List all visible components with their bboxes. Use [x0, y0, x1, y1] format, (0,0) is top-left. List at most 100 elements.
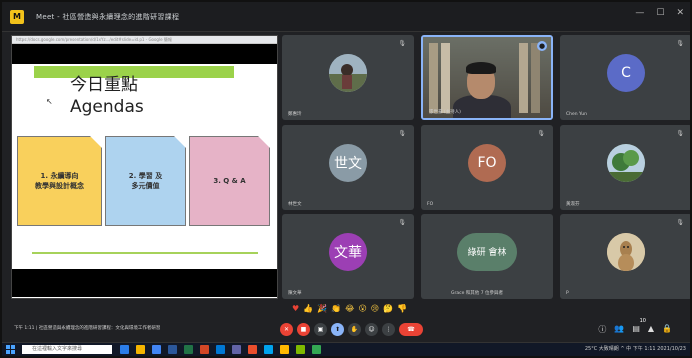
excel-app-icon[interactable]	[184, 345, 193, 354]
maximize-button[interactable]: ☐	[656, 8, 664, 18]
edge-app-icon[interactable]	[120, 345, 129, 354]
participant-video	[423, 37, 551, 118]
slide-title-line1: 今日重點	[70, 75, 138, 95]
title-bar: M Meet - 社區營造與永續理念的進階研習課程 — ☐ ✕	[2, 2, 690, 32]
participant-name: FO	[427, 202, 434, 207]
laugh-reaction-icon[interactable]: 😂	[345, 304, 354, 313]
app-icon[interactable]	[280, 345, 289, 354]
participant-initial-avatar: 世文	[329, 143, 367, 182]
participant-name: 鄭惠玲	[288, 112, 302, 117]
participant-photo-avatar	[607, 143, 645, 182]
app-icon[interactable]	[248, 345, 257, 354]
close-button[interactable]: ✕	[676, 8, 684, 18]
call-controls: ✕ ■ ▣ ⬆ ✋ ☺ ⋮ ☎	[280, 323, 423, 336]
taskbar-search-input[interactable]: 在這裡輸入文字來搜尋	[22, 345, 112, 354]
bookshelf	[441, 43, 450, 113]
chat-icon[interactable]: ▤	[632, 324, 640, 335]
folded-corner	[90, 136, 102, 148]
party-reaction-icon[interactable]: 🎉	[317, 304, 327, 313]
clap-reaction-icon[interactable]: 👏	[331, 304, 341, 313]
agenda-card-3: 3. Q & A	[189, 136, 270, 226]
participant-tile[interactable]: C 🎙 Chen Yun	[560, 35, 690, 120]
participant-tile[interactable]: 🎙 黃淑芬	[560, 125, 690, 210]
folded-corner	[174, 136, 186, 148]
taskbar-apps	[120, 345, 321, 354]
bookshelf	[519, 43, 528, 113]
camera-off-icon[interactable]: ■	[297, 323, 310, 336]
surprised-reaction-icon[interactable]: 😮	[358, 304, 366, 313]
agenda-card-1: 1. 永續導向 教學與設計概念	[17, 136, 102, 226]
participant-name: 黃淑芬	[566, 202, 580, 207]
meeting-status-text: 下午 1:11 | 社區營造與永續理念的進階研習課程：文化與環境工作者研習	[14, 326, 161, 331]
app-icon[interactable]	[296, 345, 305, 354]
side-panel-controls: ⓘ 👥 ▤ ▲ 🔒	[598, 324, 672, 335]
sad-reaction-icon[interactable]: 😢	[371, 304, 379, 313]
powerpoint-app-icon[interactable]	[200, 345, 209, 354]
hang-up-button[interactable]: ☎	[399, 323, 423, 336]
landscape-photo-icon	[329, 53, 367, 92]
teams-app-icon[interactable]	[232, 345, 241, 354]
participant-initial-avatar: FO	[468, 143, 506, 182]
meet-app-icon[interactable]	[312, 345, 321, 354]
app-icon[interactable]	[264, 345, 273, 354]
minimize-button[interactable]: —	[635, 8, 644, 18]
window-title: Meet - 社區營造與永續理念的進階研習課程	[36, 13, 180, 21]
thumbs-up-reaction-icon[interactable]: 👍	[303, 304, 313, 313]
pin-icon[interactable]: ●	[537, 41, 547, 51]
screen-share-panel[interactable]: https://docs.google.com/presentation/d/1…	[11, 35, 278, 299]
participant-name: 林世文	[288, 202, 302, 207]
participant-tile[interactable]: 世文 🎙 林世文	[282, 125, 414, 210]
present-screen-icon[interactable]: ⬆	[331, 323, 344, 336]
meet-app-icon: M	[10, 10, 24, 24]
participant-tile-group[interactable]: 綠研 會林 Grace 和其他 7 位參與者	[421, 214, 553, 299]
participant-tile[interactable]: 🎙 P	[560, 214, 690, 299]
heart-reaction-icon[interactable]: ♥	[292, 304, 299, 313]
meerkat-photo-icon	[607, 232, 645, 271]
participant-tile[interactable]: 🎙 鄭惠玲	[282, 35, 414, 120]
participant-name: P	[566, 291, 569, 296]
meet-window: M Meet - 社區營造與永續理念的進階研習課程 — ☐ ✕ https://…	[0, 0, 692, 358]
agenda-card-2: 2. 學習 及 多元價值	[105, 136, 186, 226]
agenda-card-1-label: 1. 永續導向 教學與設計概念	[35, 172, 84, 190]
participant-initial-avatar: 文華	[329, 232, 367, 271]
reactions-bar: ♥ 👍 🎉 👏 😂 😮 😢 🤔 👎	[292, 304, 407, 313]
people-icon[interactable]: 👥	[614, 324, 624, 335]
chrome-app-icon[interactable]	[152, 345, 161, 354]
word-app-icon[interactable]	[168, 345, 177, 354]
explorer-app-icon[interactable]	[136, 345, 145, 354]
mouse-cursor-icon: ↖	[46, 97, 53, 106]
participant-name: 陳文華	[288, 291, 302, 296]
participant-tile-active-speaker[interactable]: ● 張世豪 (主持人)	[421, 35, 553, 120]
more-options-icon[interactable]: ⋮	[382, 323, 395, 336]
bookshelf	[531, 43, 540, 113]
lock-icon[interactable]: 🔒	[662, 324, 672, 335]
thumbs-down-reaction-icon[interactable]: 👎	[397, 304, 407, 313]
folded-corner	[258, 136, 270, 148]
slide-top-band	[12, 44, 277, 64]
participant-group-avatar: 綠研 會林	[457, 232, 517, 271]
mic-muted-icon: 🎙	[398, 219, 406, 226]
participant-tile[interactable]: 文華 🎙 陳文華	[282, 214, 414, 299]
emoji-icon[interactable]: ☺	[365, 323, 378, 336]
system-tray: 25°C 大致晴朗 ^ 中 下午 1:11 2021/10/23	[585, 345, 686, 352]
mic-muted-icon: 🎙	[398, 40, 406, 47]
info-icon[interactable]: ⓘ	[598, 324, 606, 335]
participant-initial-avatar: C	[607, 53, 645, 92]
mic-off-icon[interactable]: ✕	[280, 323, 293, 336]
activities-icon[interactable]: ▲	[648, 324, 654, 335]
thinking-reaction-icon[interactable]: 🤔	[383, 304, 393, 313]
window-controls: — ☐ ✕	[635, 8, 684, 18]
windows-start-icon[interactable]	[6, 345, 15, 354]
mic-muted-icon: 🎙	[676, 40, 684, 47]
agenda-card-3-label: 3. Q & A	[213, 177, 246, 185]
raise-hand-icon[interactable]: ✋	[348, 323, 361, 336]
captions-icon[interactable]: ▣	[314, 323, 327, 336]
tree-photo-icon	[607, 143, 645, 182]
slide-title-line2: Agendas	[70, 97, 144, 117]
slide-divider-line	[32, 252, 258, 254]
outlook-app-icon[interactable]	[216, 345, 225, 354]
participant-photo-avatar	[329, 53, 367, 92]
mic-muted-icon: 🎙	[676, 130, 684, 137]
tray-status-text[interactable]: 25°C 大致晴朗 ^ 中 下午 1:11 2021/10/23	[585, 345, 686, 352]
participant-tile[interactable]: FO 🎙 FO	[421, 125, 553, 210]
